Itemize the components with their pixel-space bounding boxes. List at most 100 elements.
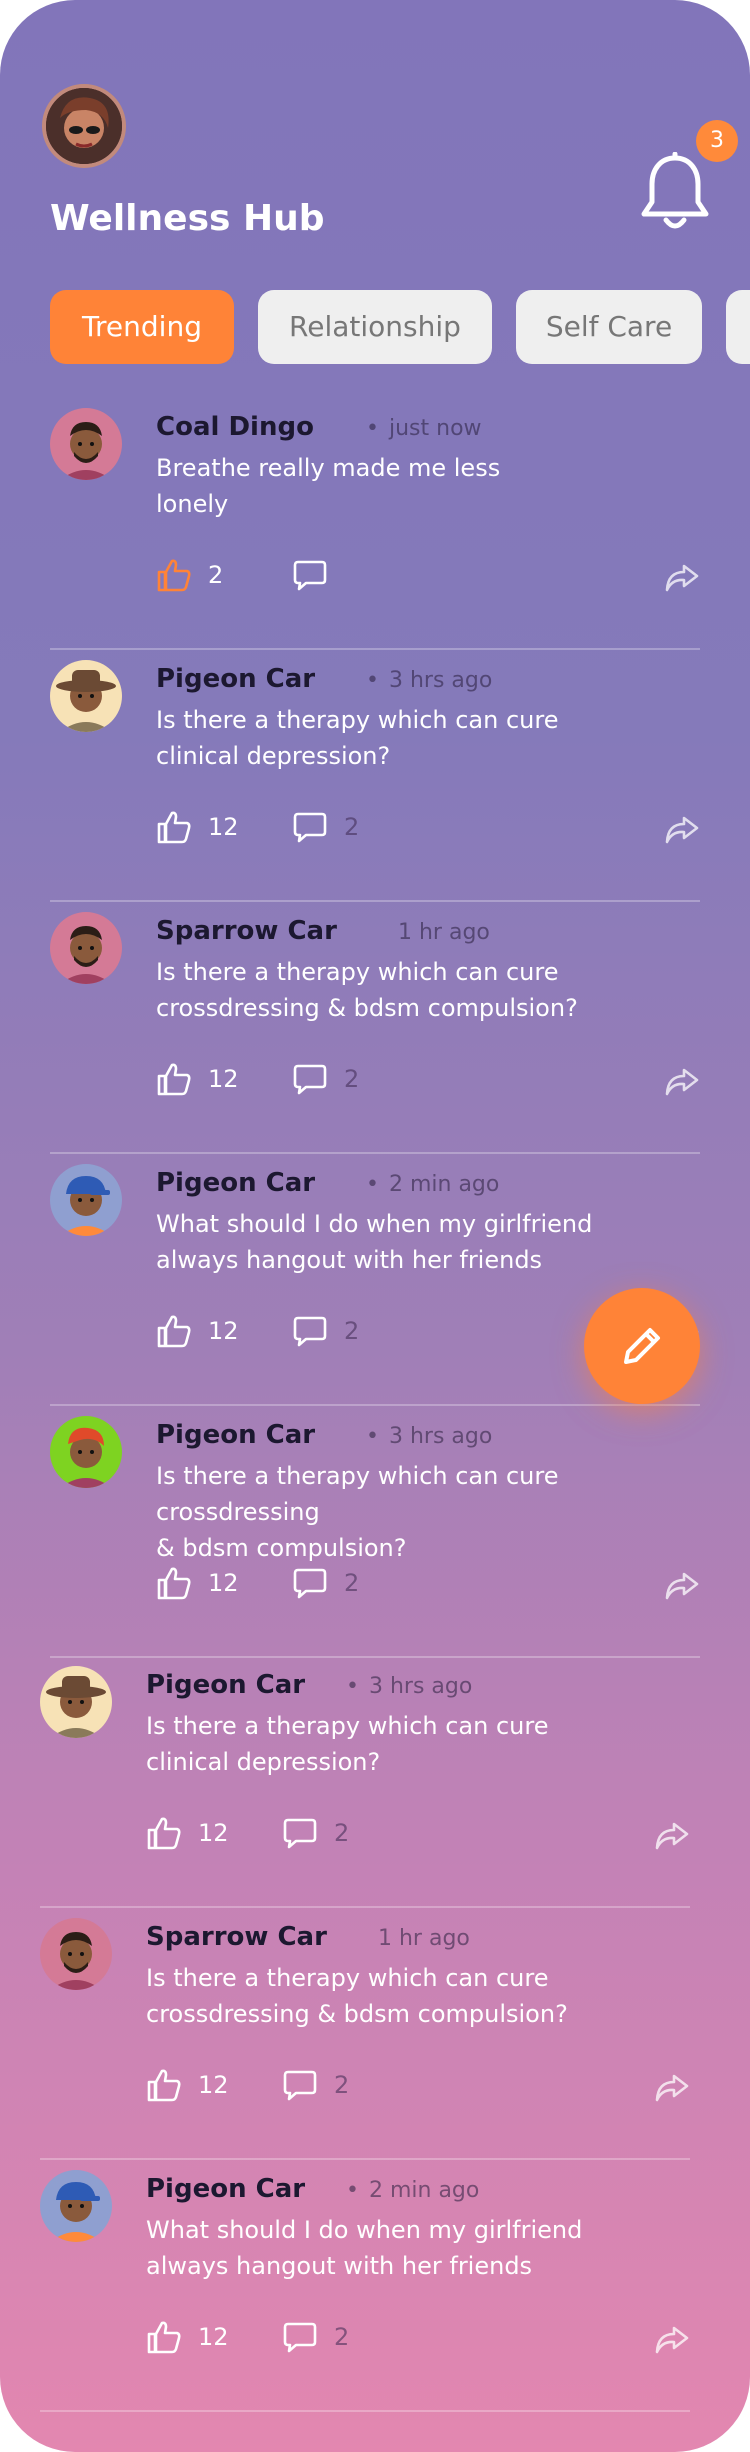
like-button[interactable]: 12 <box>156 1314 239 1348</box>
comment-button[interactable]: 2 <box>282 2320 349 2354</box>
comment-button[interactable]: 2 <box>282 2068 349 2102</box>
share-icon[interactable] <box>654 2324 690 2356</box>
author-name[interactable]: Pigeon Car <box>156 1420 315 1450</box>
thumbs-up-icon <box>156 810 192 844</box>
post-meta: 1 hr ago <box>388 920 490 945</box>
meta-separator: • <box>366 1172 379 1197</box>
post-text: Is there a therapy which can cure clinic… <box>146 1712 549 1776</box>
like-button[interactable]: 2 <box>156 558 223 592</box>
comment-button[interactable]: 2 <box>292 1314 359 1348</box>
meta-separator: • <box>366 416 379 441</box>
comment-icon <box>292 1566 328 1600</box>
like-button[interactable]: 12 <box>146 1816 229 1850</box>
post-card[interactable]: Sparrow Car 1 hr ago Is there a therapy wh… <box>40 1908 690 2160</box>
author-name[interactable]: Sparrow Car <box>156 916 337 946</box>
thumbs-up-icon <box>156 1314 192 1348</box>
comment-icon <box>292 810 328 844</box>
category-tabs: Trending Relationship Self Care <box>50 290 750 364</box>
meta-separator: • <box>366 1424 379 1449</box>
like-button[interactable]: 12 <box>156 810 239 844</box>
meta-separator: • <box>346 1674 359 1699</box>
comment-button[interactable]: 2 <box>292 1062 359 1096</box>
share-icon[interactable] <box>664 1066 700 1098</box>
post-time: 1 hr ago <box>398 920 490 945</box>
post-meta: • 2 min ago <box>366 1172 499 1197</box>
tab-relationship[interactable]: Relationship <box>258 290 492 364</box>
notification-bell-icon[interactable] <box>640 152 710 234</box>
author-avatar[interactable] <box>50 408 122 480</box>
post-card[interactable]: Pigeon Car • 3 hrs ago Is there a therapy w… <box>50 1406 700 1658</box>
comment-button[interactable]: 2 <box>292 810 359 844</box>
like-count: 12 <box>198 2323 229 2351</box>
tab-trending[interactable]: Trending <box>50 290 234 364</box>
author-avatar[interactable] <box>40 2170 112 2242</box>
comment-button[interactable]: 2 <box>292 1566 359 1600</box>
post-time: 2 min ago <box>368 2178 480 2203</box>
comment-count: 2 <box>334 2071 350 2099</box>
like-button[interactable]: 12 <box>156 1566 239 1600</box>
pencil-icon <box>624 1328 660 1364</box>
post-time: 2 min ago <box>388 1172 500 1197</box>
author-name[interactable]: Pigeon Car <box>146 1670 305 1700</box>
like-button[interactable]: 12 <box>156 1062 239 1096</box>
author-name[interactable]: Sparrow Car <box>146 1922 327 1952</box>
like-count: 12 <box>208 1569 239 1597</box>
comment-button[interactable]: 2 <box>282 1816 349 1850</box>
like-button[interactable]: 12 <box>146 2320 229 2354</box>
author-name[interactable]: Pigeon Car <box>146 2174 305 2204</box>
post-meta: • 3 hrs ago <box>346 1674 472 1699</box>
thumbs-up-icon <box>156 1062 192 1096</box>
author-avatar[interactable] <box>50 912 122 984</box>
post-meta: • 3 hrs ago <box>366 1424 492 1449</box>
author-name[interactable]: Coal Dingo <box>156 412 314 442</box>
comment-icon <box>292 558 328 592</box>
like-count: 2 <box>208 561 224 589</box>
post-text: Is there a therapy which can cure crossd… <box>146 1964 568 2028</box>
post-meta: • 2 min ago <box>346 2178 479 2203</box>
thumbs-up-icon <box>146 2068 182 2102</box>
tab-more[interactable] <box>726 290 750 364</box>
post-card[interactable]: Pigeon Car • 2 min ago What should I do whe… <box>40 2160 690 2412</box>
meta-separator: • <box>366 668 379 693</box>
post-meta: 1 hr ago <box>368 1926 470 1951</box>
author-avatar[interactable] <box>50 1164 122 1236</box>
author-avatar[interactable] <box>50 1416 122 1488</box>
post-time: 3 hrs ago <box>368 1674 473 1699</box>
thumbs-up-icon <box>146 2320 182 2354</box>
author-name[interactable]: Pigeon Car <box>156 1168 315 1198</box>
share-icon[interactable] <box>664 814 700 846</box>
share-icon[interactable] <box>664 562 700 594</box>
author-avatar[interactable] <box>40 1918 112 1990</box>
comment-count: 2 <box>344 1569 360 1597</box>
tab-self-care[interactable]: Self Care <box>516 290 702 364</box>
comment-icon <box>282 1816 318 1850</box>
author-name[interactable]: Pigeon Car <box>156 664 315 694</box>
comment-icon <box>292 1314 328 1348</box>
post-card[interactable]: Pigeon Car • 3 hrs ago Is there a therapy w… <box>40 1656 690 1908</box>
notification-count-badge: 3 <box>696 120 738 162</box>
share-icon[interactable] <box>654 1820 690 1852</box>
comment-button[interactable] <box>292 558 344 592</box>
author-avatar[interactable] <box>50 660 122 732</box>
author-avatar[interactable] <box>40 1666 112 1738</box>
page-title: Wellness Hub <box>50 198 325 239</box>
share-icon[interactable] <box>654 2072 690 2104</box>
like-count: 12 <box>208 813 239 841</box>
comment-count: 2 <box>344 1317 360 1345</box>
comment-count: 2 <box>344 813 360 841</box>
post-card[interactable]: Sparrow Car 1 hr ago Is there a therapy wh… <box>50 902 700 1154</box>
post-time: just now <box>388 416 482 441</box>
comment-count: 2 <box>334 1819 350 1847</box>
thumbs-up-icon <box>156 1566 192 1600</box>
like-button[interactable]: 12 <box>146 2068 229 2102</box>
post-card[interactable]: Pigeon Car • 3 hrs ago Is there a therapy w… <box>50 650 700 902</box>
comment-count: 2 <box>344 1065 360 1093</box>
user-avatar[interactable] <box>42 84 126 168</box>
compose-button[interactable] <box>584 1288 700 1404</box>
post-card[interactable]: Coal Dingo • just now Breathe really made m… <box>50 398 700 650</box>
post-text: What should I do when my girlfriend alwa… <box>146 2216 583 2280</box>
comment-icon <box>292 1062 328 1096</box>
like-count: 12 <box>208 1065 239 1093</box>
share-icon[interactable] <box>664 1570 700 1602</box>
like-count: 12 <box>198 1819 229 1847</box>
